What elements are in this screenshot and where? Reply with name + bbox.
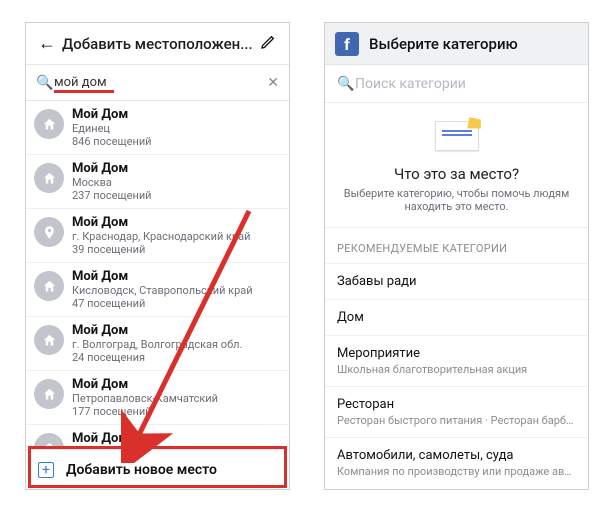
place-text: Мой ДомМосква237 посещений xyxy=(72,161,279,202)
place-visits: 47 посещений xyxy=(72,297,279,310)
house-icon xyxy=(34,163,64,193)
search-icon: 🔍 xyxy=(337,76,355,92)
right-panel: f Выберите категорию 🔍 Поиск категории Ч… xyxy=(324,22,589,490)
place-location: Единец xyxy=(72,122,279,135)
place-visits: 177 посещений xyxy=(72,405,279,418)
clear-search-button[interactable]: ✕ xyxy=(267,75,279,91)
category-row[interactable]: Мероприятие Школьная благотворительная ак… xyxy=(325,335,588,386)
house-icon xyxy=(34,325,64,355)
place-location: г. Волгоград, Волгоградская обл. xyxy=(72,338,279,351)
edit-button[interactable] xyxy=(257,34,279,54)
place-row[interactable]: Мой ДомПетропавловск-Камчатский177 посещ… xyxy=(26,371,289,425)
category-name: Ресторан xyxy=(337,397,576,412)
category-name: Автомобили, самолеты, суда xyxy=(337,448,576,463)
place-name: Мой Дом xyxy=(72,269,279,284)
place-text: Мой Домг. Волгоград, Волгоградская обл.2… xyxy=(72,323,279,364)
place-location: Петропавловск-Камчатский xyxy=(72,392,279,405)
category-row[interactable]: Дом xyxy=(325,299,588,335)
place-visits: 24 посещения xyxy=(72,351,279,364)
place-text: Мой ДомКисловодск, Ставропольский край47… xyxy=(72,269,279,310)
category-row[interactable]: Автомобили, самолеты, суда Компания по пр… xyxy=(325,437,588,488)
house-icon xyxy=(34,109,64,139)
category-sub: Школьная благотворительная акция xyxy=(337,363,576,376)
category-list: Забавы ради Дом Мероприятие Школьная благот… xyxy=(325,263,588,488)
left-header: ← Добавить местоположен... xyxy=(26,23,289,65)
search-bar[interactable]: 🔍 мой дом ✕ xyxy=(26,65,289,101)
place-name: Мой Дом xyxy=(72,377,279,392)
place-row[interactable]: Мой Домг. Краснодар, Краснодарский край3… xyxy=(26,209,289,263)
place-text: Мой Домг. Краснодар, Краснодарский край3… xyxy=(72,215,279,256)
place-row[interactable]: Мой ДомЕдинец846 посещений xyxy=(26,101,289,155)
place-text: Мой ДомЕдинец846 посещений xyxy=(72,107,279,148)
category-search-placeholder: Поиск категории xyxy=(355,76,466,92)
search-icon: 🔍 xyxy=(36,75,54,91)
hero-subtitle: Выберите категорию, чтобы помочь людям н… xyxy=(341,187,572,213)
place-location: Кисловодск, Ставропольский край xyxy=(72,284,279,297)
left-panel: ← Добавить местоположен... 🔍 мой дом ✕ М… xyxy=(25,22,290,490)
place-name: Мой Дом xyxy=(72,323,279,338)
back-button[interactable]: ← xyxy=(36,33,58,54)
hero-section: Что это за место? Выберите категорию, чт… xyxy=(325,103,588,227)
hero-question: Что это за место? xyxy=(394,165,519,183)
left-header-title: Добавить местоположен... xyxy=(58,35,257,53)
category-sub: Компания по производству или продаже авт… xyxy=(337,465,576,478)
add-new-place-row[interactable]: + Добавить новое место xyxy=(26,449,289,489)
place-row[interactable]: Мой ДомМосква237 посещений xyxy=(26,155,289,209)
plus-icon: + xyxy=(38,462,54,478)
right-header-title: Выберите категорию xyxy=(369,35,518,53)
facebook-icon: f xyxy=(335,32,359,56)
right-header: f Выберите категорию xyxy=(325,23,588,65)
place-visits: 39 посещений xyxy=(72,243,279,256)
category-row[interactable]: Забавы ради xyxy=(325,263,588,299)
red-underline-annotation xyxy=(54,90,114,93)
place-name: Мой Дом xyxy=(72,107,279,122)
place-name: Мой Дом xyxy=(72,431,279,446)
add-new-place-label: Добавить новое место xyxy=(66,462,217,478)
category-sub: Ресторан быстрого питания · Ресторан бар… xyxy=(337,414,576,427)
place-row[interactable]: Мой ДомКисловодск, Ставропольский край47… xyxy=(26,263,289,317)
house-icon xyxy=(34,379,64,409)
place-visits: 237 посещений xyxy=(72,189,279,202)
place-location: г. Краснодар, Краснодарский край xyxy=(72,230,279,243)
place-row[interactable]: Мой Домг. Волгоград, Волгоградская обл.2… xyxy=(26,317,289,371)
recommended-section-title: РЕКОМЕНДУЕМЫЕ КАТЕГОРИИ xyxy=(325,227,588,263)
category-row[interactable]: Ресторан Ресторан быстрого питания · Рест… xyxy=(325,386,588,437)
search-query-text: мой дом xyxy=(54,75,107,90)
place-visits: 846 посещений xyxy=(72,135,279,148)
note-pencil-icon xyxy=(435,121,479,151)
pencil-icon xyxy=(260,34,276,50)
category-name: Мероприятие xyxy=(337,346,576,361)
category-name: Забавы ради xyxy=(337,274,576,289)
search-input[interactable]: мой дом xyxy=(54,75,267,90)
house-icon xyxy=(34,271,64,301)
place-text: Мой ДомПетропавловск-Камчатский177 посещ… xyxy=(72,377,279,418)
pin-icon xyxy=(34,217,64,247)
category-name: Дом xyxy=(337,310,576,325)
places-list: Мой ДомЕдинец846 посещенийМой ДомМосква2… xyxy=(26,101,289,490)
place-name: Мой Дом xyxy=(72,215,279,230)
place-name: Мой Дом xyxy=(72,161,279,176)
category-search-bar[interactable]: 🔍 Поиск категории xyxy=(325,65,588,103)
place-location: Москва xyxy=(72,176,279,189)
